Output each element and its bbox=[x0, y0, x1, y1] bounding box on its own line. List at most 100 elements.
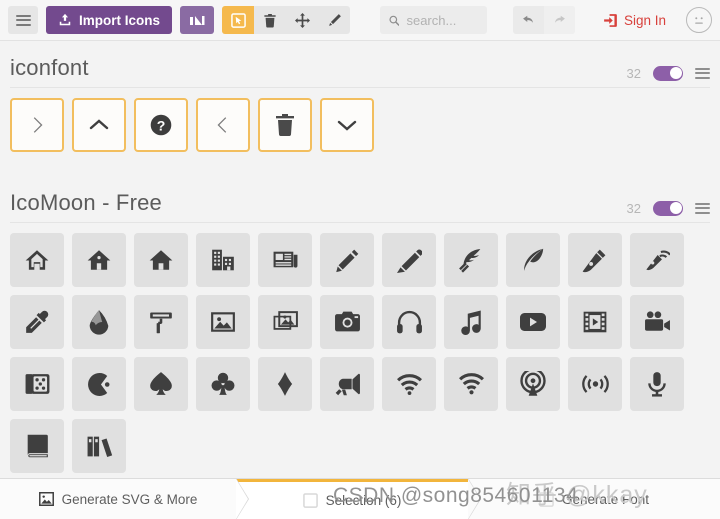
icon-tile-pen-nib[interactable] bbox=[568, 233, 622, 287]
set-title: IcoMoon - Free bbox=[10, 190, 162, 215]
icon-tile-question-circle[interactable]: ? bbox=[134, 98, 188, 152]
icon-tile-spades[interactable] bbox=[134, 357, 188, 411]
icon-tile-chevron-down[interactable] bbox=[320, 98, 374, 152]
icon-tile-paint-roller[interactable] bbox=[134, 295, 188, 349]
icomoon-app-button[interactable] bbox=[180, 6, 215, 34]
connection-icon bbox=[458, 373, 484, 395]
redo-button[interactable] bbox=[543, 6, 575, 34]
icon-tile-home[interactable] bbox=[10, 233, 64, 287]
set-menu-icon[interactable] bbox=[695, 200, 710, 216]
icomoon-app: Import Icons search... Sign In iconfont … bbox=[0, 0, 720, 519]
icon-tile-video-camera[interactable] bbox=[630, 295, 684, 349]
icon-tile-dice[interactable] bbox=[10, 357, 64, 411]
login-icon bbox=[604, 13, 617, 27]
icon-tile-chevron-right[interactable] bbox=[10, 98, 64, 152]
quill-icon bbox=[459, 248, 481, 273]
spades-icon bbox=[150, 372, 172, 395]
cursor-select-icon bbox=[230, 12, 246, 28]
icon-tile-feed[interactable] bbox=[568, 357, 622, 411]
icon-tile-connection[interactable] bbox=[444, 357, 498, 411]
home2-icon bbox=[87, 250, 111, 270]
sign-in-label: Sign In bbox=[623, 12, 666, 28]
paint-roller-icon bbox=[150, 312, 172, 334]
icon-tile-chevron-up[interactable] bbox=[72, 98, 126, 152]
chevron-left-icon bbox=[217, 117, 227, 133]
delete-tool-button[interactable] bbox=[254, 6, 286, 34]
icon-tile-home2[interactable] bbox=[72, 233, 126, 287]
icon-set-icomoon-free: IcoMoon - Free 32 bbox=[0, 176, 720, 473]
undo-button[interactable] bbox=[513, 6, 544, 34]
music-icon bbox=[461, 310, 481, 335]
edit-tool-button[interactable] bbox=[318, 6, 350, 34]
icon-tile-images[interactable] bbox=[258, 295, 312, 349]
tab-generate-svg[interactable]: Generate SVG & More bbox=[0, 479, 236, 519]
import-icons-button[interactable]: Import Icons bbox=[46, 6, 173, 34]
icon-tile-music[interactable] bbox=[444, 295, 498, 349]
icon-tile-play[interactable] bbox=[506, 295, 560, 349]
search-input[interactable] bbox=[406, 12, 478, 28]
avatar[interactable] bbox=[686, 7, 712, 33]
icon-tile-eyedropper[interactable] bbox=[10, 295, 64, 349]
icon-tile-trash[interactable] bbox=[258, 98, 312, 152]
icon-tile-camera[interactable] bbox=[320, 295, 374, 349]
search-box[interactable] bbox=[380, 6, 487, 34]
newspaper-icon bbox=[273, 251, 297, 268]
blog-icon bbox=[646, 250, 670, 271]
chevron-down-icon bbox=[337, 120, 357, 131]
icon-tile-clubs[interactable] bbox=[196, 357, 250, 411]
icon-tile-droplet[interactable] bbox=[72, 295, 126, 349]
tab-selection[interactable]: Selection (6) bbox=[236, 479, 468, 519]
pencil-icon bbox=[328, 13, 341, 26]
chevron-up-icon bbox=[89, 119, 109, 130]
set-icon-count: 32 bbox=[626, 200, 641, 216]
pen-nib-icon bbox=[582, 249, 606, 273]
icon-tile-quill[interactable] bbox=[444, 233, 498, 287]
icon-tile-bullhorn[interactable] bbox=[320, 357, 374, 411]
icon-tile-pencil[interactable] bbox=[320, 233, 374, 287]
clubs-icon bbox=[211, 372, 235, 395]
icon-tile-book[interactable] bbox=[10, 419, 64, 473]
icon-grid-icomoon-free bbox=[0, 223, 720, 473]
icon-tile-newspaper[interactable] bbox=[258, 233, 312, 287]
bottom-tab-bar: Generate SVG & More Selection (6) Genera… bbox=[0, 478, 720, 519]
select-tool-button[interactable] bbox=[222, 6, 255, 34]
icon-tile-books[interactable] bbox=[72, 419, 126, 473]
tab-generate-svg-label: Generate SVG & More bbox=[61, 491, 198, 507]
icon-tile-image[interactable] bbox=[196, 295, 250, 349]
image-export-icon bbox=[38, 492, 54, 506]
icon-tile-pacman[interactable] bbox=[72, 357, 126, 411]
icon-tile-blog[interactable] bbox=[630, 233, 684, 287]
set-header: IcoMoon - Free 32 bbox=[0, 176, 720, 222]
set-meta: 32 bbox=[627, 65, 710, 81]
icon-tile-pencil2[interactable] bbox=[382, 233, 436, 287]
play-icon bbox=[520, 313, 546, 331]
icon-tile-home3[interactable] bbox=[134, 233, 188, 287]
move-tool-button[interactable] bbox=[286, 6, 318, 34]
feather-pen-icon bbox=[524, 248, 544, 271]
set-header: iconfont 32 bbox=[0, 41, 720, 87]
tab-generate-font[interactable]: Generate Font bbox=[468, 479, 720, 519]
icon-tile-headphones[interactable] bbox=[382, 295, 436, 349]
diamonds-icon bbox=[277, 372, 293, 396]
icon-set-iconfont: iconfont 32 ? bbox=[0, 41, 720, 152]
icon-tile-podcast[interactable] bbox=[506, 357, 560, 411]
set-icon-count: 32 bbox=[626, 65, 641, 81]
pencil2-icon bbox=[396, 249, 422, 273]
icon-tile-wifi[interactable] bbox=[382, 357, 436, 411]
search-icon bbox=[389, 15, 400, 26]
main-menu-button[interactable] bbox=[8, 6, 38, 34]
icon-tile-film[interactable] bbox=[568, 295, 622, 349]
icon-tile-office[interactable] bbox=[196, 233, 250, 287]
icon-tile-mic[interactable] bbox=[630, 357, 684, 411]
set-visibility-toggle[interactable] bbox=[653, 65, 683, 81]
redo-arrow-icon bbox=[554, 15, 565, 23]
icon-tile-feather-pen[interactable] bbox=[506, 233, 560, 287]
set-menu-icon[interactable] bbox=[695, 65, 710, 81]
toggle-knob bbox=[669, 67, 682, 79]
trash-icon bbox=[264, 13, 276, 27]
icon-tile-chevron-left[interactable] bbox=[196, 98, 250, 152]
image-icon bbox=[211, 312, 235, 332]
set-visibility-toggle[interactable] bbox=[653, 200, 683, 216]
sign-in-button[interactable]: Sign In bbox=[603, 13, 666, 28]
icon-tile-diamonds[interactable] bbox=[258, 357, 312, 411]
